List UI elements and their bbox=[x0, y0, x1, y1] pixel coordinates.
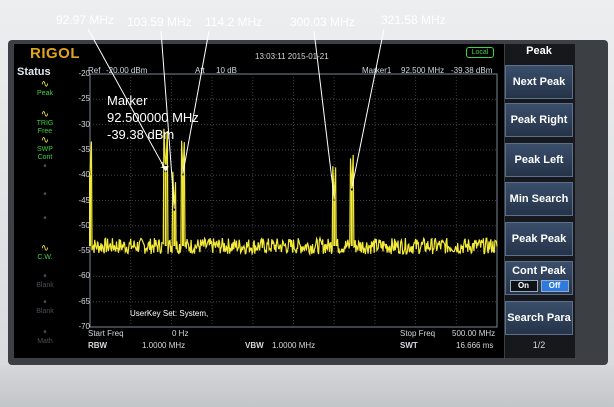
annotation-321-58: 321.58 MHz bbox=[381, 13, 446, 27]
marker-box-amp: -39.38 dBm bbox=[107, 127, 175, 142]
rbw-value: 1.0000 MHz bbox=[142, 341, 186, 350]
annotation-300-03: 300.03 MHz bbox=[290, 15, 355, 29]
cont-peak-on[interactable]: On bbox=[509, 279, 538, 292]
cont-peak-toggle[interactable]: On Off bbox=[509, 279, 569, 292]
annotation-114-2: 114.2 MHz bbox=[205, 15, 263, 29]
cont-peak-off[interactable]: Off bbox=[540, 279, 569, 292]
userkey-set: UserKey Set: System, bbox=[130, 309, 209, 318]
y-tick-label: -65 bbox=[78, 296, 90, 306]
y-tick-label: -40 bbox=[78, 170, 90, 180]
y-tick-label: -50 bbox=[78, 220, 90, 230]
y-tick-label: -45 bbox=[78, 195, 90, 205]
stop-freq-label: Stop Freq bbox=[400, 329, 436, 338]
y-tick-label: -35 bbox=[78, 144, 90, 154]
y-tick-label: -25 bbox=[78, 94, 90, 104]
marker-box-title: Marker bbox=[107, 93, 148, 108]
marker-box-freq: 92.500000 MHz bbox=[107, 110, 199, 125]
vbw-label: VBW bbox=[245, 341, 264, 350]
rbw-label: RBW bbox=[88, 341, 108, 350]
y-tick-label: -60 bbox=[78, 271, 90, 281]
y-tick-label: -55 bbox=[78, 246, 90, 256]
annotation-103-59: 103.59 MHz bbox=[127, 15, 192, 29]
search-para-button[interactable]: Search Para bbox=[505, 301, 573, 335]
start-freq-value: 0 Hz bbox=[172, 329, 189, 338]
y-tick-label: -70 bbox=[78, 322, 90, 331]
softkey-menu-title: Peak bbox=[526, 45, 552, 57]
min-search-button[interactable]: Min Search bbox=[505, 182, 573, 216]
vbw-value: 1.0000 MHz bbox=[272, 341, 316, 350]
y-tick-label: -30 bbox=[78, 119, 90, 129]
next-peak-button[interactable]: Next Peak bbox=[505, 65, 573, 99]
start-freq-label: Start Freq bbox=[88, 329, 124, 338]
peak-left-button[interactable]: Peak Left bbox=[505, 143, 573, 177]
swt-label: SWT bbox=[400, 341, 418, 350]
peak-right-button[interactable]: Peak Right bbox=[505, 103, 573, 137]
marker-point-label: 1 bbox=[160, 161, 165, 170]
peak-peak-button[interactable]: Peak Peak bbox=[505, 222, 573, 256]
annotation-92-97: 92.97 MHz bbox=[56, 13, 115, 27]
cont-peak-button[interactable]: Cont Peak On Off bbox=[505, 261, 573, 295]
softkey-page-indicator: 1/2 bbox=[532, 340, 546, 350]
cont-peak-label: Cont Peak bbox=[512, 264, 566, 277]
y-tick-label: -20 bbox=[78, 69, 90, 78]
swt-value: 16.666 ms bbox=[456, 341, 494, 350]
stop-freq-value: 500.00 MHz bbox=[452, 329, 496, 338]
